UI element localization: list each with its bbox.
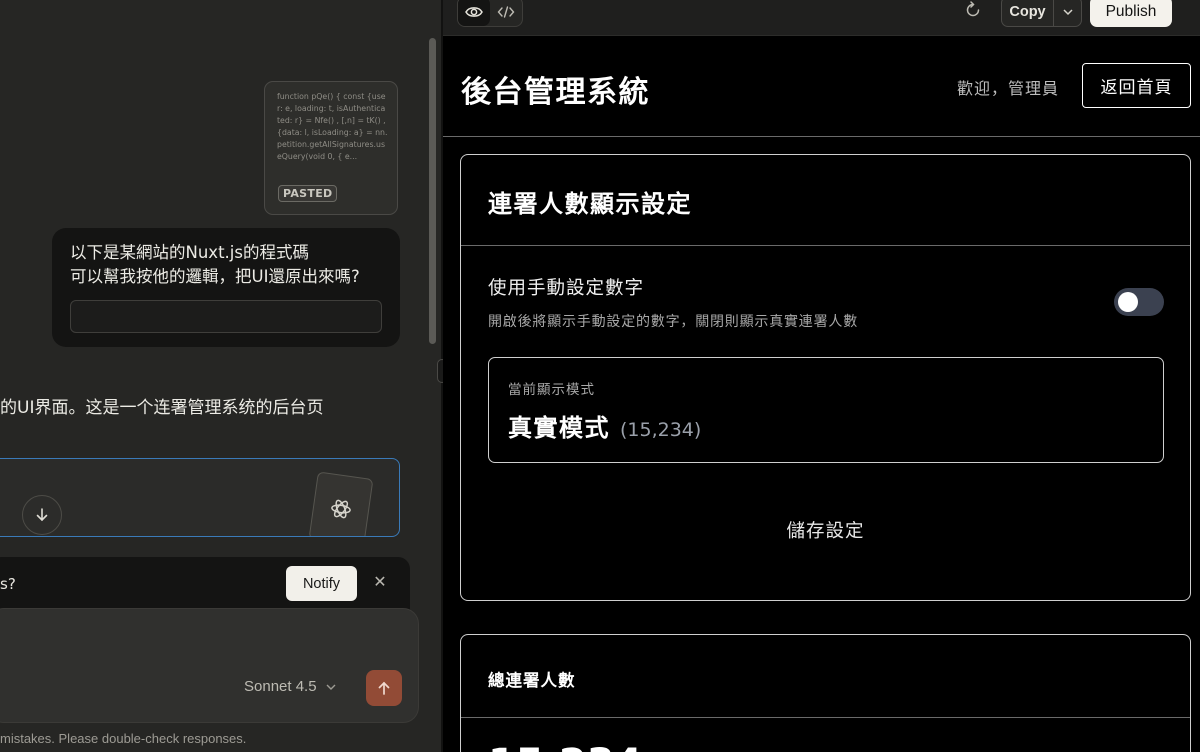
publish-button[interactable]: Publish bbox=[1090, 0, 1172, 27]
user-message-line-2: 可以幫我按他的邏輯，把UI還原出來嗎? bbox=[70, 267, 360, 286]
assistant-message-text: 的UI界面。这是一个连署管理系统的后台页 bbox=[0, 398, 324, 418]
chat-scrollbar[interactable] bbox=[429, 38, 436, 344]
total-card-header: 總連署人數 bbox=[461, 635, 1190, 718]
disclaimer-text: mistakes. Please double-check responses. bbox=[0, 731, 247, 746]
settings-title: 連署人數顯示設定 bbox=[488, 190, 692, 218]
welcome-text: 歡迎，管理員 bbox=[957, 79, 1060, 98]
current-mode-caption: 當前顯示模式 bbox=[508, 382, 595, 398]
preview-mode-button[interactable] bbox=[458, 0, 490, 26]
current-mode-value: 真實模式 (15,234) bbox=[508, 408, 701, 443]
toggle-knob bbox=[1118, 292, 1138, 312]
settings-card-header: 連署人數顯示設定 bbox=[461, 155, 1190, 246]
chevron-down-icon bbox=[326, 684, 336, 690]
manual-number-label: 使用手動設定數字 bbox=[488, 278, 645, 299]
site-header: 後台管理系統 歡迎，管理員 返回首頁 bbox=[443, 37, 1200, 137]
copy-options-button[interactable] bbox=[1054, 0, 1081, 26]
user-message-bubble: 以下是某網站的Nuxt.js的程式碼 可以幫我按他的邏輯，把UI還原出來嗎? bbox=[52, 228, 400, 347]
save-settings-button[interactable]: 儲存設定 bbox=[461, 517, 1190, 543]
notify-question: s? bbox=[0, 575, 16, 593]
current-mode-count: (15,234) bbox=[620, 419, 702, 441]
arrow-up-icon bbox=[378, 681, 390, 695]
refresh-button[interactable] bbox=[962, 0, 984, 21]
code-icon bbox=[497, 5, 515, 18]
user-message-line-1: 以下是某網站的Nuxt.js的程式碼 bbox=[70, 243, 309, 262]
copy-button-group: Copy bbox=[1001, 0, 1082, 27]
total-signatures-number: 15,234 bbox=[488, 741, 642, 752]
atom-icon bbox=[331, 499, 351, 519]
model-selector[interactable]: Sonnet 4.5 bbox=[244, 678, 337, 695]
preview-toolbar: Copy Publish bbox=[443, 0, 1200, 36]
refresh-icon bbox=[966, 1, 980, 17]
chat-pane: function pQe() { const {user: e, loading… bbox=[0, 0, 441, 752]
send-button[interactable] bbox=[366, 670, 402, 706]
chevron-down-icon bbox=[1062, 8, 1073, 15]
total-signatures-card: 總連署人數 15,234 bbox=[460, 634, 1191, 752]
eye-icon bbox=[465, 6, 483, 17]
display-settings-card: 連署人數顯示設定 使用手動設定數字 開啟後將顯示手動設定的數字，關閉則顯示真實連… bbox=[460, 154, 1191, 601]
pasted-badge: PASTED bbox=[278, 185, 338, 202]
back-home-button[interactable]: 返回首頁 bbox=[1082, 63, 1191, 108]
model-name: Sonnet 4.5 bbox=[244, 678, 317, 695]
scroll-to-bottom-button[interactable] bbox=[22, 495, 62, 535]
current-mode-name: 真實模式 bbox=[508, 414, 610, 442]
view-mode-toggle bbox=[457, 0, 523, 27]
pasted-code-preview: function pQe() { const {user: e, loading… bbox=[277, 92, 388, 161]
notify-button[interactable]: Notify bbox=[286, 566, 357, 601]
pasted-content-card[interactable]: function pQe() { const {user: e, loading… bbox=[264, 81, 398, 215]
arrow-down-icon bbox=[36, 508, 48, 522]
code-mode-button[interactable] bbox=[490, 0, 522, 26]
artifact-thumbnail bbox=[308, 471, 374, 536]
manual-number-toggle[interactable] bbox=[1114, 288, 1164, 316]
current-mode-box: 當前顯示模式 真實模式 (15,234) bbox=[488, 357, 1164, 463]
manual-number-description: 開啟後將顯示手動設定的數字，關閉則顯示真實連署人數 bbox=[488, 314, 858, 330]
copy-button[interactable]: Copy bbox=[1002, 0, 1054, 26]
message-composer[interactable] bbox=[0, 608, 419, 723]
close-icon[interactable]: ✕ bbox=[371, 572, 389, 592]
site-title: 後台管理系統 bbox=[461, 75, 650, 110]
preview-pane: Copy Publish 後台管理系統 歡迎，管理員 返回首頁 連署人數顯示設定… bbox=[443, 0, 1200, 752]
user-message-edit-area[interactable] bbox=[70, 300, 382, 333]
artifact-card[interactable] bbox=[0, 458, 400, 537]
total-signatures-title: 總連署人數 bbox=[488, 671, 576, 690]
